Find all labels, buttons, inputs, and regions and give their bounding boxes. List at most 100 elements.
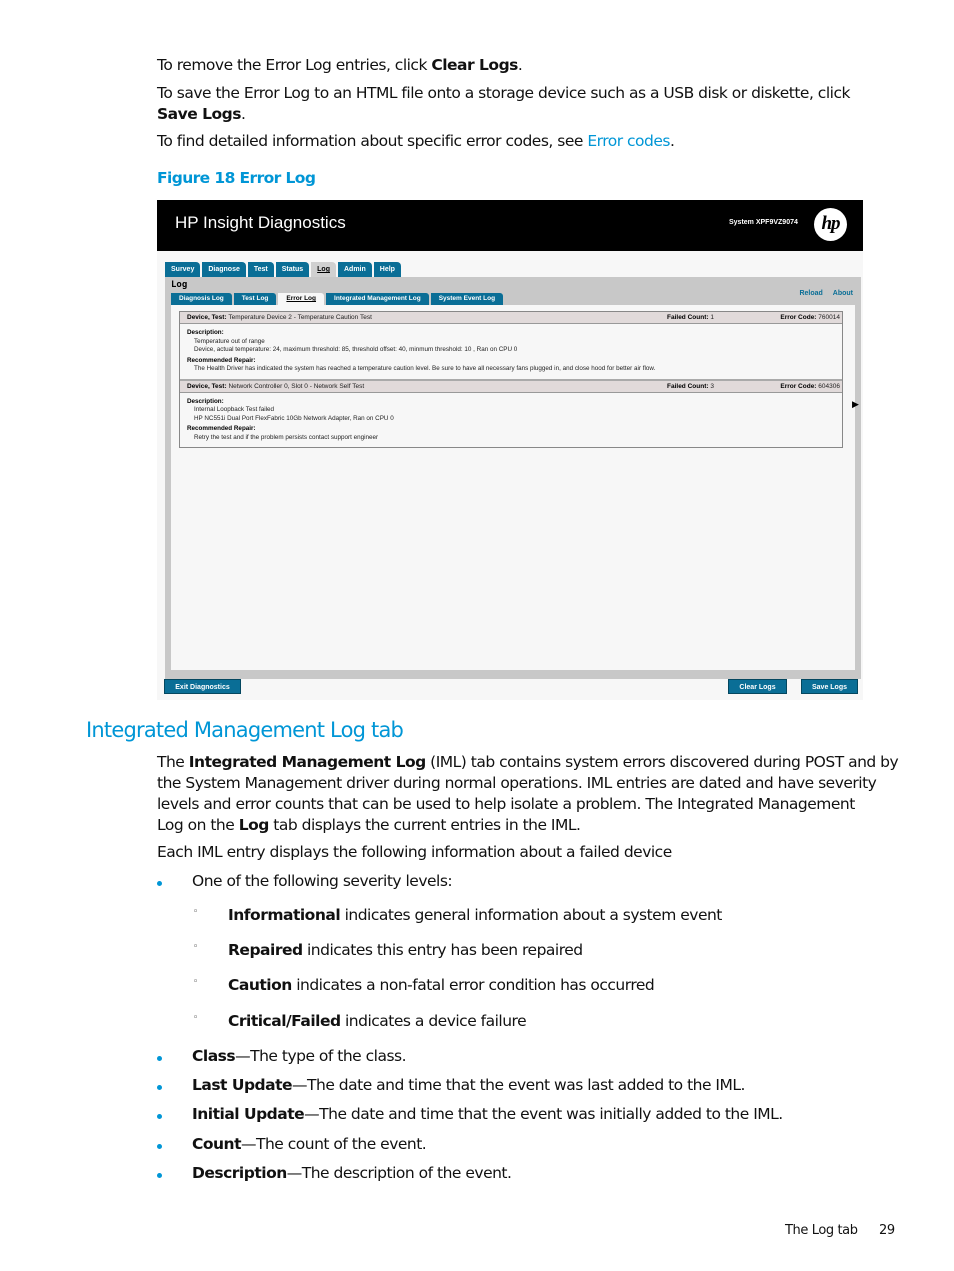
device-label: Device, Test: [187, 314, 227, 321]
text: . [670, 132, 675, 150]
text: The [157, 753, 189, 771]
text: Log on the [157, 816, 239, 834]
device-value: Network Controller 0, Slot 0 - Network S… [228, 382, 365, 390]
tab-help[interactable]: Help [373, 262, 401, 277]
bold-term: Count [192, 1135, 242, 1153]
bold-term: Initial Update [192, 1105, 305, 1123]
panel-links: Reload About [799, 290, 853, 297]
entry-body: Description: Temperature out of range De… [180, 324, 842, 379]
tab-diagnose[interactable]: Diagnose [202, 262, 246, 277]
tab-test[interactable]: Test [247, 262, 274, 277]
log-content: Device, Test: Temperature Device 2 - Tem… [171, 305, 855, 670]
error-code: Error Code: 760014 [780, 312, 840, 324]
field-item: Initial Update—The date and time that th… [192, 1105, 783, 1123]
subtab-diagnosis-log[interactable]: Diagnosis Log [171, 293, 232, 305]
error-log-screenshot: HP Insight Diagnostics System XPF9VZ9074… [157, 200, 863, 700]
bullet-icon [157, 1114, 162, 1119]
description-line: Temperature out of range [194, 337, 265, 345]
bullet-icon [157, 1144, 162, 1149]
reload-link[interactable]: Reload [799, 290, 822, 297]
severity-item: Critical/Failed indicates a device failu… [228, 1012, 527, 1030]
field-item: Count—The count of the event. [192, 1135, 427, 1153]
repair-label: Recommended Repair: [187, 356, 256, 364]
bold-term: Save Logs [157, 105, 241, 123]
text: To find detailed information about speci… [157, 132, 588, 150]
failed-count: Failed Count: 3 [667, 381, 714, 393]
tab-log[interactable]: Log [311, 262, 336, 277]
text: tab displays the current entries in the … [268, 816, 581, 834]
subtab-test-log[interactable]: Test Log [233, 293, 277, 305]
system-label: System XPF9VZ9074 [729, 219, 798, 226]
error-codes-link[interactable]: Error codes [587, 132, 670, 150]
subtab-integrated-management-log[interactable]: Integrated Management Log [326, 293, 429, 305]
text: —The type of the class. [235, 1047, 407, 1065]
severity-item: Informational indicates general informat… [228, 906, 722, 924]
screenshot-footer: Exit Diagnostics Clear Logs Save Logs [157, 679, 863, 700]
code-label: Error Code: [780, 314, 817, 321]
bold-term: Clear Logs [431, 56, 518, 74]
failed-value: 1 [710, 314, 714, 321]
bullet-icon [157, 1173, 162, 1178]
description-line: Device, actual temperature: 24, maximum … [194, 346, 518, 353]
failed-value: 3 [710, 382, 714, 390]
entry-body: Description: Internal Loopback Test fail… [180, 393, 842, 448]
description-label: Description: [187, 397, 224, 405]
sub-bullet-icon: ◦ [193, 977, 199, 987]
sub-tabs: Diagnosis Log Test Log Error Log Integra… [171, 293, 504, 305]
tab-survey[interactable]: Survey [165, 262, 201, 277]
description-label: Description: [187, 329, 224, 336]
repair-text: Retry the test and if the problem persis… [194, 433, 379, 441]
bold-term: Critical/Failed [228, 1012, 341, 1030]
text: . [517, 56, 523, 74]
text: (IML) tab contains system errors discove… [425, 753, 899, 771]
repair-text: The Health Driver has indicated the syst… [194, 365, 656, 372]
code-label: Error Code: [780, 382, 817, 390]
bold-term: Class [192, 1047, 236, 1065]
field-item: Last Update—The date and time that the e… [192, 1076, 745, 1094]
text: indicates a device failure [340, 1012, 527, 1030]
text: —The description of the event. [286, 1164, 512, 1182]
main-tabs: Survey Diagnose Test Status Log Admin He… [165, 262, 401, 277]
mouse-cursor-icon: ▶ [852, 399, 859, 409]
severity-item: Repaired indicates this entry has been r… [228, 941, 583, 959]
exit-diagnostics-button[interactable]: Exit Diagnostics [164, 679, 241, 694]
paragraph-iml-entry: Each IML entry displays the following in… [157, 843, 672, 861]
page-number: 29 [879, 1223, 895, 1238]
paragraph-clear-logs: To remove the Error Log entries, click C… [157, 55, 523, 76]
paragraph-error-codes: To find detailed information about speci… [157, 131, 675, 152]
description-line: HP NC551i Dual Port FlexFabric 10Gb Netw… [194, 414, 394, 422]
clear-logs-button[interactable]: Clear Logs [728, 679, 787, 694]
severity-item: Caution indicates a non-fatal error cond… [228, 976, 655, 994]
bold-term: Log [238, 816, 270, 834]
code-value: 760014 [818, 314, 840, 321]
bold-term: Caution [228, 976, 292, 994]
app-title: HP Insight Diagnostics [175, 213, 346, 232]
field-item: Description—The description of the event… [192, 1164, 512, 1182]
text: levels and error counts that can be used… [157, 795, 855, 813]
text: To save the Error Log to an HTML file on… [157, 84, 850, 102]
tab-status[interactable]: Status [275, 262, 310, 277]
text: . [240, 105, 246, 123]
entry-header: Device, Test: Network Controller 0, Slot… [180, 380, 842, 393]
text: indicates general information about a sy… [340, 906, 723, 924]
device-value: Temperature Device 2 - Temperature Cauti… [228, 314, 372, 321]
hp-logo-icon: hp [814, 208, 847, 241]
bold-term: Repaired [228, 941, 303, 959]
bold-term: Description [192, 1164, 287, 1182]
error-code: Error Code: 604306 [780, 381, 840, 393]
section-heading: Integrated Management Log tab [86, 718, 404, 742]
save-logs-button[interactable]: Save Logs [801, 679, 858, 694]
text: indicates this entry has been repaired [302, 941, 583, 959]
sub-bullet-icon: ◦ [193, 1013, 199, 1023]
figure-caption: Figure 18 Error Log [157, 169, 316, 187]
footer-section-name: The Log tab [785, 1223, 858, 1238]
description-line: Internal Loopback Test failed [194, 406, 275, 413]
subtab-system-event-log[interactable]: System Event Log [430, 293, 504, 305]
bold-term: Last Update [192, 1076, 293, 1094]
tab-admin[interactable]: Admin [337, 262, 372, 277]
sub-bullet-icon: ◦ [193, 942, 199, 952]
text: To remove the Error Log entries, click [157, 56, 432, 74]
failed-label: Failed Count: [667, 314, 709, 321]
subtab-error-log[interactable]: Error Log [278, 293, 325, 305]
about-link[interactable]: About [833, 290, 853, 297]
